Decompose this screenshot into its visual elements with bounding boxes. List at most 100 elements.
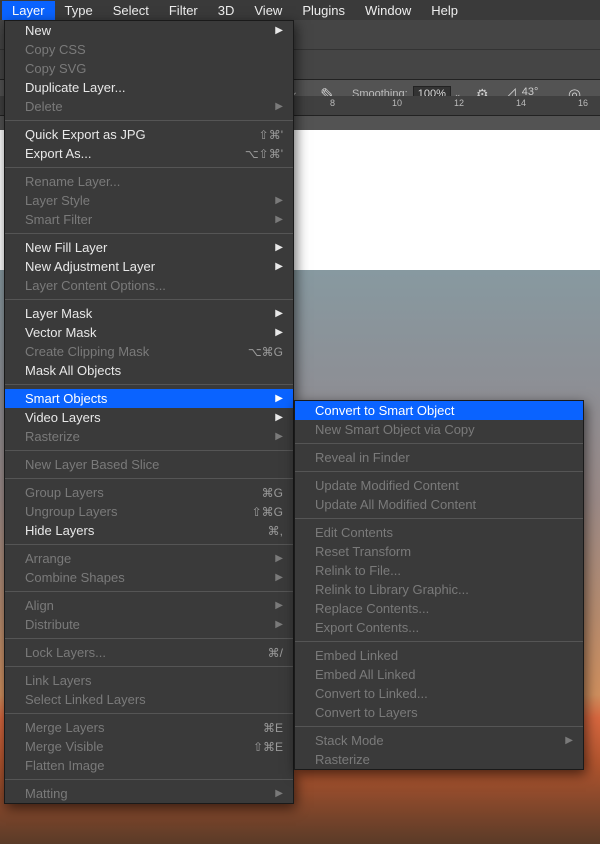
menu-item-label: Relink to File... bbox=[315, 563, 573, 578]
menu-item-label: Select Linked Layers bbox=[25, 692, 283, 707]
menu-shortcut: ⌘, bbox=[268, 524, 283, 538]
menu-item-label: Group Layers bbox=[25, 485, 244, 500]
layer-menu-item-new-fill-layer[interactable]: New Fill Layer▶ bbox=[5, 238, 293, 257]
menu-item-label: Stack Mode bbox=[315, 733, 551, 748]
layer-menu-item-new-adjustment-layer[interactable]: New Adjustment Layer ▶ bbox=[5, 257, 293, 276]
menu-item-label: Embed All Linked bbox=[315, 667, 573, 682]
menu-item-label: Layer Mask bbox=[25, 306, 261, 321]
ruler-tick: 12 bbox=[454, 98, 464, 108]
smart-objects-submenu: Convert to Smart ObjectNew Smart Object … bbox=[294, 400, 584, 770]
smart-menu-item-reset-transform: Reset Transform bbox=[295, 542, 583, 561]
menu-item-label: New bbox=[25, 23, 261, 38]
menu-separator bbox=[5, 638, 293, 639]
layer-menu-item-smart-objects[interactable]: Smart Objects▶ bbox=[5, 389, 293, 408]
layer-menu-item-new-layer-based-slice: New Layer Based Slice bbox=[5, 455, 293, 474]
menu-separator bbox=[295, 641, 583, 642]
menu-item-label: Distribute bbox=[25, 617, 261, 632]
layer-menu-item-merge-layers: Merge Layers ⌘E bbox=[5, 718, 293, 737]
menubar-item-3d[interactable]: 3D bbox=[208, 1, 245, 20]
layer-menu-item-layer-mask[interactable]: Layer Mask ▶ bbox=[5, 304, 293, 323]
submenu-arrow-icon: ▶ bbox=[565, 735, 573, 746]
menu-item-label: Reveal in Finder bbox=[315, 450, 573, 465]
menu-item-label: Embed Linked bbox=[315, 648, 573, 663]
smart-menu-item-edit-contents: Edit Contents bbox=[295, 523, 583, 542]
ruler-tick: 14 bbox=[516, 98, 526, 108]
menubar-item-plugins[interactable]: Plugins bbox=[292, 1, 355, 20]
layer-menu-item-video-layers[interactable]: Video Layers ▶ bbox=[5, 408, 293, 427]
menu-item-label: Convert to Linked... bbox=[315, 686, 573, 701]
smart-menu-item-embed-linked: Embed Linked bbox=[295, 646, 583, 665]
submenu-arrow-icon: ▶ bbox=[275, 308, 283, 319]
menubar-item-help[interactable]: Help bbox=[421, 1, 468, 20]
menu-item-label: Smart Objects bbox=[25, 391, 261, 406]
menubar-item-select[interactable]: Select bbox=[103, 1, 159, 20]
menu-item-label: Lock Layers... bbox=[25, 645, 250, 660]
layer-menu-item-layer-content-options: Layer Content Options... bbox=[5, 276, 293, 295]
layer-menu-item-new[interactable]: New ▶ bbox=[5, 21, 293, 40]
layer-menu-item-hide-layers[interactable]: Hide Layers⌘, bbox=[5, 521, 293, 540]
menu-separator bbox=[5, 478, 293, 479]
menu-item-label: Update Modified Content bbox=[315, 478, 573, 493]
ruler-tick: 8 bbox=[330, 98, 335, 108]
smart-menu-item-reveal-in-finder: Reveal in Finder bbox=[295, 448, 583, 467]
menubar-item-filter[interactable]: Filter bbox=[159, 1, 208, 20]
menu-item-label: New Adjustment Layer bbox=[25, 259, 261, 274]
submenu-arrow-icon: ▶ bbox=[275, 214, 283, 225]
submenu-arrow-icon: ▶ bbox=[275, 431, 283, 442]
menu-separator bbox=[5, 666, 293, 667]
layer-menu-item-quick-export-as-jpg[interactable]: Quick Export as JPG⇧⌘' bbox=[5, 125, 293, 144]
smart-menu-item-convert-to-smart-object[interactable]: Convert to Smart Object bbox=[295, 401, 583, 420]
menu-separator bbox=[5, 450, 293, 451]
menu-item-label: Quick Export as JPG bbox=[25, 127, 241, 142]
layer-menu-item-vector-mask[interactable]: Vector Mask▶ bbox=[5, 323, 293, 342]
menu-item-label: Merge Layers bbox=[25, 720, 245, 735]
layer-menu-item-copy-css: Copy CSS bbox=[5, 40, 293, 59]
menu-shortcut: ⌘E bbox=[263, 721, 283, 735]
menu-separator bbox=[5, 713, 293, 714]
layer-menu-item-ungroup-layers: Ungroup Layers⇧⌘G bbox=[5, 502, 293, 521]
submenu-arrow-icon: ▶ bbox=[275, 327, 283, 338]
submenu-arrow-icon: ▶ bbox=[275, 412, 283, 423]
menu-separator bbox=[5, 233, 293, 234]
menubar-item-layer[interactable]: Layer bbox=[2, 1, 55, 20]
smart-menu-item-replace-contents: Replace Contents... bbox=[295, 599, 583, 618]
menu-item-label: Flatten Image bbox=[25, 758, 283, 773]
layer-menu-item-duplicate-layer[interactable]: Duplicate Layer... bbox=[5, 78, 293, 97]
menu-item-label: Link Layers bbox=[25, 673, 283, 688]
menubar-item-type[interactable]: Type bbox=[55, 1, 103, 20]
menu-item-label: Align bbox=[25, 598, 261, 613]
menu-item-label: Rename Layer... bbox=[25, 174, 283, 189]
menu-separator bbox=[295, 443, 583, 444]
menu-shortcut: ⇧⌘E bbox=[253, 740, 283, 754]
menubar-item-window[interactable]: Window bbox=[355, 1, 421, 20]
menu-item-label: Convert to Layers bbox=[315, 705, 573, 720]
submenu-arrow-icon: ▶ bbox=[275, 261, 283, 272]
menu-item-label: Smart Filter bbox=[25, 212, 261, 227]
layer-menu-item-mask-all-objects[interactable]: Mask All Objects bbox=[5, 361, 293, 380]
submenu-arrow-icon: ▶ bbox=[275, 788, 283, 799]
menu-shortcut: ⌘G bbox=[262, 486, 283, 500]
layer-menu-item-rename-layer: Rename Layer... bbox=[5, 172, 293, 191]
menu-separator bbox=[5, 120, 293, 121]
submenu-arrow-icon: ▶ bbox=[275, 25, 283, 36]
layer-menu-item-combine-shapes: Combine Shapes▶ bbox=[5, 568, 293, 587]
layer-menu-item-align: Align▶ bbox=[5, 596, 293, 615]
menu-shortcut: ⇧⌘G bbox=[252, 505, 283, 519]
smart-menu-item-convert-to-linked: Convert to Linked... bbox=[295, 684, 583, 703]
menu-separator bbox=[295, 518, 583, 519]
layer-menu-item-rasterize: Rasterize ▶ bbox=[5, 427, 293, 446]
menubar-item-view[interactable]: View bbox=[244, 1, 292, 20]
smart-menu-item-stack-mode: Stack Mode ▶ bbox=[295, 731, 583, 750]
menu-item-label: Rasterize bbox=[315, 752, 573, 767]
menu-item-label: Video Layers bbox=[25, 410, 261, 425]
layer-menu-item-link-layers: Link Layers bbox=[5, 671, 293, 690]
layer-menu-item-delete: Delete▶ bbox=[5, 97, 293, 116]
layer-menu-item-export-as[interactable]: Export As...⌥⇧⌘' bbox=[5, 144, 293, 163]
menu-item-label: Arrange bbox=[25, 551, 261, 566]
menu-item-label: Rasterize bbox=[25, 429, 261, 444]
menu-item-label: Duplicate Layer... bbox=[25, 80, 283, 95]
smart-menu-item-update-modified-content: Update Modified Content bbox=[295, 476, 583, 495]
menu-shortcut: ⌥⌘G bbox=[248, 345, 283, 359]
menu-separator bbox=[5, 544, 293, 545]
menu-item-label: Copy SVG bbox=[25, 61, 283, 76]
